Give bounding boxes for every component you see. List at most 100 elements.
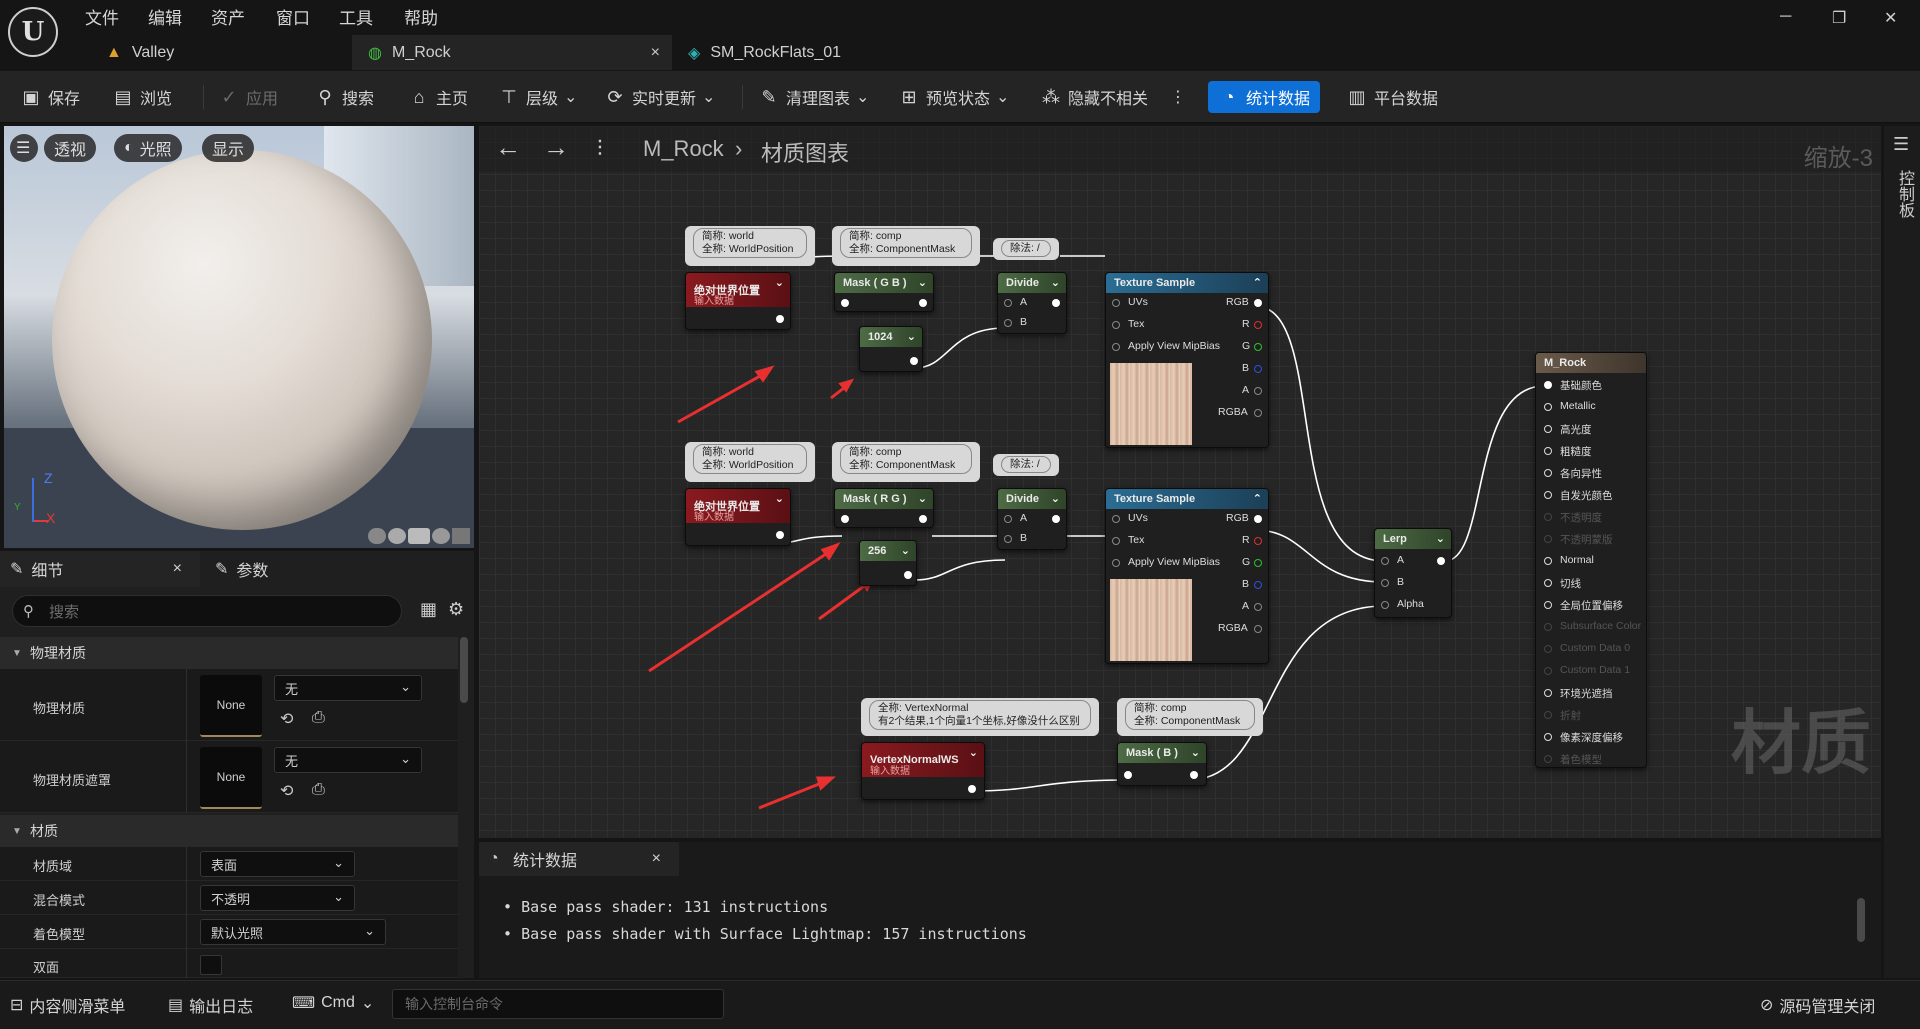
- search-button[interactable]: ⚲ 搜索: [314, 81, 374, 113]
- home-button[interactable]: ⌂ 主页: [408, 81, 468, 113]
- a-pin[interactable]: [1254, 603, 1262, 611]
- close-icon[interactable]: ×: [173, 560, 182, 578]
- result-input-pin[interactable]: [1544, 623, 1552, 631]
- result-input-pin[interactable]: [1544, 733, 1552, 741]
- output-pin[interactable]: [1190, 771, 1198, 779]
- material-domain-dropdown[interactable]: 表面 ⌄: [200, 851, 355, 877]
- comment-compmask-1[interactable]: 简称: comp 全称: ComponentMask: [832, 226, 980, 266]
- comment-compmask-3[interactable]: 简称: comp 全称: ComponentMask: [1117, 698, 1263, 736]
- details-search-input[interactable]: ⚲ 搜索: [12, 595, 402, 627]
- result-input-pin[interactable]: [1544, 601, 1552, 609]
- result-input-pin[interactable]: [1544, 447, 1552, 455]
- node-const-256[interactable]: 256 ⌄: [859, 540, 917, 586]
- uvs-pin[interactable]: [1112, 299, 1120, 307]
- output-pin[interactable]: [1052, 515, 1060, 523]
- g-pin[interactable]: [1254, 559, 1262, 567]
- use-selected-icon[interactable]: ⟲: [280, 709, 293, 729]
- console-command-input[interactable]: 输入控制台命令: [392, 989, 724, 1019]
- section-material[interactable]: 材质: [0, 815, 458, 847]
- input-pin-a[interactable]: [1004, 515, 1012, 523]
- b-pin[interactable]: [1254, 581, 1262, 589]
- comment-worldpos-2[interactable]: 简称: world 全称: WorldPosition: [685, 442, 815, 482]
- comment-compmask-2[interactable]: 简称: comp 全称: ComponentMask: [832, 442, 980, 482]
- graph-hierarchy-icon[interactable]: ⫶: [597, 136, 603, 162]
- mipbias-pin[interactable]: [1112, 343, 1120, 351]
- chevron-down-icon[interactable]: ⌄: [1191, 746, 1200, 759]
- input-pin[interactable]: [1124, 771, 1132, 779]
- input-pin-b[interactable]: [1004, 319, 1012, 327]
- stats-button[interactable]: ◔ 统计数据: [1208, 81, 1321, 113]
- a-pin[interactable]: [1254, 387, 1262, 395]
- node-divide-2[interactable]: Divide ⌄ A B: [997, 488, 1067, 550]
- result-input-pin[interactable]: [1544, 645, 1552, 653]
- preview-state-button[interactable]: ⊞ 预览状态 ⌄: [898, 81, 1009, 113]
- restore-icon[interactable]: ❐: [1832, 8, 1846, 28]
- physical-material-thumbnail[interactable]: None: [200, 675, 262, 737]
- tab-close-icon[interactable]: ×: [651, 44, 660, 62]
- close-icon[interactable]: ✕: [1884, 8, 1897, 28]
- browse-asset-icon[interactable]: ⎙: [312, 709, 325, 727]
- chevron-down-icon[interactable]: ⌄: [775, 276, 784, 289]
- tex-pin[interactable]: [1112, 321, 1120, 329]
- node-mask-b[interactable]: Mask ( B ) ⌄: [1117, 742, 1207, 786]
- result-input-pin[interactable]: [1544, 535, 1552, 543]
- stats-scrollbar[interactable]: [1857, 898, 1865, 942]
- hamburger-icon[interactable]: ☰: [10, 134, 38, 162]
- output-pin[interactable]: [919, 515, 927, 523]
- menu-window[interactable]: 窗口: [276, 4, 310, 29]
- use-selected-icon[interactable]: ⟲: [280, 781, 293, 801]
- chevron-down-icon[interactable]: ⌄: [1051, 492, 1060, 505]
- node-mask-rg[interactable]: Mask ( R G ) ⌄: [834, 488, 934, 528]
- plane-icon[interactable]: [408, 528, 430, 544]
- result-input-pin[interactable]: [1544, 711, 1552, 719]
- chevron-down-icon[interactable]: ⌄: [907, 330, 916, 343]
- result-input-pin[interactable]: [1544, 469, 1552, 477]
- cmd-dropdown[interactable]: ⌨ Cmd ⌄: [292, 993, 374, 1013]
- teapot-icon[interactable]: [452, 528, 470, 544]
- unreal-logo-icon[interactable]: U: [8, 7, 58, 57]
- mipbias-pin[interactable]: [1112, 559, 1120, 567]
- comment-worldpos-1[interactable]: 简称: world 全称: WorldPosition: [685, 226, 815, 266]
- physical-mask-dropdown[interactable]: 无 ⌄: [274, 747, 422, 773]
- input-pin-a[interactable]: [1381, 557, 1389, 565]
- result-input-pin[interactable]: [1544, 513, 1552, 521]
- result-input-pin[interactable]: [1544, 689, 1552, 697]
- node-const-1024[interactable]: 1024 ⌄: [859, 326, 923, 372]
- node-divide-1[interactable]: Divide ⌄ A B: [997, 272, 1067, 334]
- tab-details[interactable]: ✎ 细节 ×: [0, 551, 200, 587]
- chevron-down-icon[interactable]: ⌄: [918, 492, 927, 505]
- node-texture-sample-1[interactable]: Texture Sample ⌃ UVs Tex Apply View MipBi…: [1105, 272, 1269, 448]
- tab-valley[interactable]: ▲ Valley: [90, 35, 352, 70]
- section-physical-material[interactable]: 物理材质: [0, 637, 458, 669]
- g-pin[interactable]: [1254, 343, 1262, 351]
- result-input-pin[interactable]: [1544, 381, 1552, 389]
- node-abs-world-pos-1[interactable]: 绝对世界位置 输入数据 ⌄: [685, 272, 791, 330]
- menu-help[interactable]: 帮助: [404, 4, 438, 29]
- tab-parameters[interactable]: ✎ 参数: [205, 551, 355, 587]
- input-pin[interactable]: [841, 515, 849, 523]
- more-options-icon[interactable]: ⋮: [1170, 81, 1186, 113]
- chevron-down-icon[interactable]: ⌄: [1436, 532, 1445, 545]
- result-input-pin[interactable]: [1544, 403, 1552, 411]
- output-log-button[interactable]: ▤ 输出日志: [168, 993, 253, 1017]
- result-input-pin[interactable]: [1544, 557, 1552, 565]
- menu-asset[interactable]: 资产: [211, 4, 245, 29]
- rgb-pin[interactable]: [1254, 299, 1262, 307]
- tab-m-rock[interactable]: ◍ M_Rock ×: [352, 35, 672, 70]
- browse-button[interactable]: ▤ 浏览: [112, 81, 172, 113]
- two-sided-checkbox[interactable]: [200, 955, 222, 975]
- rgba-pin[interactable]: [1254, 625, 1262, 633]
- menu-file[interactable]: 文件: [85, 4, 119, 29]
- chevron-down-icon[interactable]: ⌄: [969, 746, 978, 759]
- comment-divide-1[interactable]: 除法: /: [993, 238, 1059, 260]
- tex-pin[interactable]: [1112, 537, 1120, 545]
- cylinder-icon[interactable]: [368, 528, 386, 544]
- r-pin[interactable]: [1254, 321, 1262, 329]
- chevron-down-icon[interactable]: ⌄: [901, 544, 910, 557]
- output-pin[interactable]: [919, 299, 927, 307]
- hierarchy-button[interactable]: ⊤ 层级 ⌄: [498, 81, 577, 113]
- material-preview-viewport[interactable]: ☰ 透视 ◐ 光照 显示 Z X Y: [4, 126, 474, 548]
- cube-icon[interactable]: [432, 528, 450, 544]
- tab-sm-rockflats[interactable]: ◈ SM_RockFlats_01: [672, 35, 952, 70]
- blend-mode-dropdown[interactable]: 不透明 ⌄: [200, 885, 355, 911]
